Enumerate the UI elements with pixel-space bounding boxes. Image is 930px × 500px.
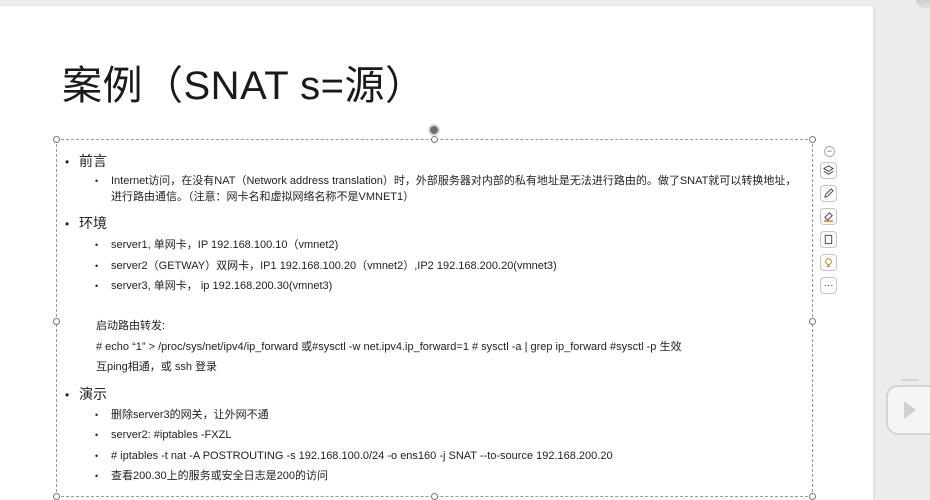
list-item: • # iptables -t nat -A POSTROUTING -s 192… xyxy=(95,450,613,462)
rotate-handle[interactable] xyxy=(428,124,440,136)
widget-ear-icon xyxy=(907,379,927,393)
layers-icon-svg xyxy=(823,165,834,175)
bullet-icon: • xyxy=(95,430,99,440)
more-icon[interactable]: ··· xyxy=(820,277,837,294)
slide-title[interactable]: 案例（SNAT s=源） xyxy=(62,53,425,111)
bullet-icon: • xyxy=(95,240,99,250)
video-widget[interactable] xyxy=(886,379,930,435)
lightbulb-icon[interactable] xyxy=(820,254,837,271)
play-icon xyxy=(904,401,916,419)
bullet-icon: • xyxy=(65,388,70,402)
bullet-icon: • xyxy=(65,155,70,169)
bullet-icon: • xyxy=(95,176,99,186)
lightbulb-icon-svg xyxy=(825,258,832,267)
bullet-icon: • xyxy=(95,281,99,291)
list-item: • server2: #iptables -FXZL xyxy=(95,429,232,441)
section-heading: • 演示 xyxy=(65,386,107,402)
list-item: • 删除server3的网关，让外网不通 xyxy=(95,409,269,421)
textbox-content: • 前言 • Internet访问，在没有NAT（Network address t… xyxy=(57,140,814,498)
bullet-icon: • xyxy=(95,410,99,420)
list-item: • Internet访问，在没有NAT（Network address trans… xyxy=(95,175,797,203)
crop-icon[interactable] xyxy=(820,231,837,248)
presentation-workspace: 案例（SNAT s=源） • 前言 • Internet访问，在没有NAT（Netw… xyxy=(0,0,930,500)
list-item: • server2（GETWAY）双网卡，IP1 192.168.100.20（v… xyxy=(95,260,557,272)
slide[interactable]: 案例（SNAT s=源） • 前言 • Internet访问，在没有NAT（Netw… xyxy=(0,6,873,500)
section-heading: • 环境 xyxy=(65,215,107,231)
section-heading: • 前言 xyxy=(65,153,107,169)
bullet-icon: • xyxy=(65,217,70,231)
list-item: • server1, 单网卡，IP 192.168.100.10（vmnet2) xyxy=(95,239,339,251)
note-line: 互ping相通，或 ssh 登录 xyxy=(96,361,218,373)
eraser-icon-svg xyxy=(823,212,834,222)
collapse-toolbar-icon[interactable]: − xyxy=(824,146,835,157)
window-corner xyxy=(916,0,930,8)
layers-icon[interactable] xyxy=(820,162,837,179)
note-line: 启动路由转发: xyxy=(96,320,166,332)
crop-icon-svg xyxy=(824,234,833,245)
eraser-icon[interactable] xyxy=(820,208,837,225)
pen-icon[interactable] xyxy=(820,185,837,202)
list-item: • server3, 单网卡， ip 192.168.200.30(vmnet3) xyxy=(95,280,333,292)
note-line: # echo “1” > /proc/sys/net/ipv4/ip_forwa… xyxy=(96,341,682,353)
pen-icon-svg xyxy=(824,188,834,198)
list-item: • 查看200.30上的服务或安全日志是200的访问 xyxy=(95,470,328,482)
bullet-icon: • xyxy=(95,471,99,481)
bullet-icon: • xyxy=(95,451,99,461)
bullet-icon: • xyxy=(95,261,99,271)
content-textbox[interactable]: • 前言 • Internet访问，在没有NAT（Network address t… xyxy=(53,136,816,500)
